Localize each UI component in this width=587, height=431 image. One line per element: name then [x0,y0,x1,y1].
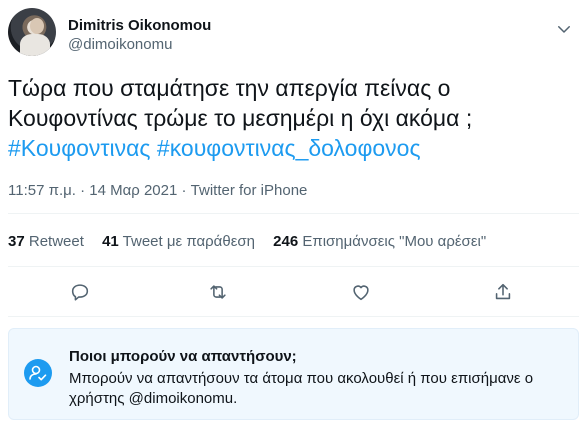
hashtag-link[interactable]: #Κουφοντινας [8,135,151,161]
retweet-label: Retweet [28,233,84,250]
tweet-text-line: Τώρα που σταμάτησε την απεργία πείνας ο [8,75,451,101]
reply-button[interactable] [67,279,93,305]
notice-title: Ποιοι μπορούν να απαντήσουν; [69,348,297,365]
author-handle[interactable]: @dimoikonomu [68,36,172,53]
reply-icon [71,284,89,301]
quote-count: 41 [102,233,119,250]
tweet-actions [8,275,579,309]
retweet-count: 37 [8,233,25,250]
tweet-header: Dimitris Oikonomou @dimoikonomu [8,8,579,62]
author-name[interactable]: Dimitris Oikonomou [68,17,211,34]
tweet-stats: 37 Retweet 41 Tweet με παράθεση 246 Επισ… [8,233,500,250]
divider [8,316,579,317]
quote-stat[interactable]: 41 Tweet με παράθεση [102,233,255,250]
like-count: 246 [273,233,299,250]
quote-label: Tweet με παράθεση [122,233,255,250]
hashtag-link[interactable]: #κουφοντινας_δολοφονος [157,135,421,161]
avatar[interactable] [8,8,56,56]
chevron-down-icon[interactable] [555,20,573,38]
retweet-icon [210,285,226,299]
retweet-stat[interactable]: 37 Retweet [8,233,84,250]
like-button[interactable] [348,279,374,305]
tweet-text: Τώρα που σταμάτησε την απεργία πείνας ο … [8,73,573,163]
heart-icon [353,285,369,301]
like-stat[interactable]: 246 Επισημάνσεις "Μου αρέσει" [273,233,486,250]
divider [8,266,579,267]
person-check-icon [24,359,52,387]
retweet-button[interactable] [205,279,231,305]
notice-body: Μπορούν να απαντήσουν τα άτομα που ακολο… [69,370,534,407]
like-label: Επισημάνσεις "Μου αρέσει" [302,233,487,250]
tweet-timestamp[interactable]: 11:57 π.μ. · 14 Μαρ 2021 · Twitter for i… [8,182,307,199]
reply-restriction-notice: Ποιοι μπορούν να απαντήσουν; Μπορούν να … [8,328,579,420]
tweet-text-line: Κουφοντίνας τρώμε το μεσημέρι η όχι ακόμ… [8,105,473,131]
divider [8,213,579,214]
share-button[interactable] [490,279,516,305]
share-icon [495,283,511,300]
